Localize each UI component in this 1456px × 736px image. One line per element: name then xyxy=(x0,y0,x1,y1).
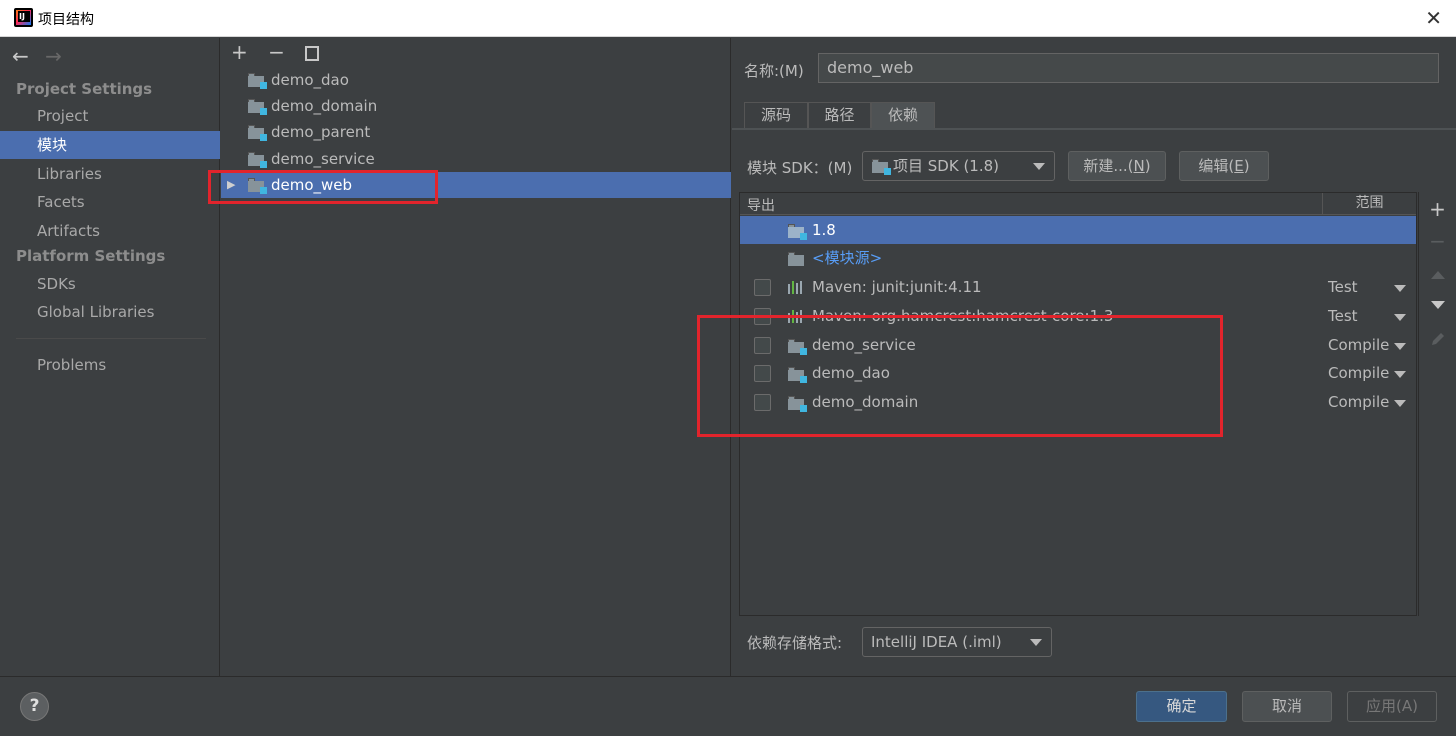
dependency-row-module-source[interactable]: <模块源> xyxy=(740,244,1416,272)
export-checkbox[interactable] xyxy=(754,279,771,296)
tree-module-demo-dao[interactable]: demo_dao xyxy=(221,67,731,93)
dependency-row-junit[interactable]: Maven: junit:junit:4.11 Test xyxy=(740,273,1416,301)
chevron-down-icon[interactable] xyxy=(1394,314,1406,321)
module-folder-icon xyxy=(248,152,267,168)
sdk-folder-icon xyxy=(872,159,891,175)
dependency-scope[interactable]: Compile xyxy=(1328,331,1389,359)
nav-history: ← → xyxy=(12,44,72,68)
ok-button[interactable]: 确定 xyxy=(1136,691,1227,722)
project-settings-heading: Project Settings xyxy=(16,80,153,98)
nav-item-global-libraries[interactable]: Global Libraries xyxy=(0,298,220,326)
module-tree-pane: + − demo_dao demo_domain demo_parent dem… xyxy=(221,38,731,676)
name-label: 名称:(M) xyxy=(744,62,804,80)
source-folder-icon xyxy=(788,252,805,266)
add-dependency-icon[interactable]: + xyxy=(1419,197,1456,221)
dependency-row-jdk[interactable]: 1.8 xyxy=(740,216,1416,244)
nav-item-sdks[interactable]: SDKs xyxy=(0,270,220,298)
tree-module-label: demo_dao xyxy=(271,71,349,89)
module-sdk-value: 项目 SDK (1.8) xyxy=(893,157,1000,175)
tree-module-label: demo_domain xyxy=(271,97,378,115)
dependency-scope[interactable]: Test xyxy=(1328,302,1358,330)
chevron-down-icon xyxy=(1033,163,1045,170)
tree-module-demo-service[interactable]: demo_service xyxy=(221,146,731,172)
intellij-app-icon xyxy=(14,8,33,27)
storage-format-label: 依赖存储格式: xyxy=(747,634,843,652)
tree-module-demo-domain[interactable]: demo_domain xyxy=(221,93,731,119)
dependency-scope[interactable]: Compile xyxy=(1328,388,1389,416)
tree-module-label: demo_service xyxy=(271,150,375,168)
chevron-down-icon xyxy=(1030,639,1042,646)
storage-format-value: IntelliJ IDEA (.iml) xyxy=(871,633,1002,651)
module-sdk-select[interactable]: 项目 SDK (1.8) xyxy=(862,151,1055,181)
move-up-icon[interactable] xyxy=(1431,271,1445,279)
module-tree-toolbar: + − xyxy=(231,40,333,64)
tab-sources[interactable]: 源码 xyxy=(744,102,808,128)
dependency-tools: + − xyxy=(1418,192,1455,616)
annotation-box-module-dependencies xyxy=(697,315,1223,437)
chevron-down-icon[interactable] xyxy=(1394,343,1406,350)
module-folder-icon xyxy=(248,99,267,115)
forward-arrow-icon[interactable]: → xyxy=(45,44,62,68)
chevron-down-icon[interactable] xyxy=(1394,285,1406,292)
nav-item-libraries[interactable]: Libraries xyxy=(0,160,220,188)
help-icon[interactable]: ? xyxy=(20,692,49,721)
window-title: 项目结构 xyxy=(38,12,94,28)
dependency-name: <模块源> xyxy=(812,249,883,267)
nav-item-artifacts[interactable]: Artifacts xyxy=(0,217,220,245)
dialog-footer: ? 确定 取消 应用(A) xyxy=(0,676,1456,736)
tabs-underline xyxy=(732,128,1456,130)
annotation-box-demo-web xyxy=(208,170,438,204)
move-down-icon[interactable] xyxy=(1431,301,1445,309)
nav-item-project[interactable]: Project xyxy=(0,102,220,130)
platform-settings-heading: Platform Settings xyxy=(16,247,166,265)
jdk-folder-icon xyxy=(788,224,807,240)
back-arrow-icon[interactable]: ← xyxy=(12,44,29,68)
chevron-down-icon[interactable] xyxy=(1394,400,1406,407)
library-icon xyxy=(788,281,805,294)
edit-pencil-icon[interactable] xyxy=(1429,330,1447,348)
dependency-name: Maven: junit:junit:4.11 xyxy=(812,278,982,296)
tree-module-label: demo_parent xyxy=(271,123,371,141)
dependency-name: 1.8 xyxy=(812,221,836,239)
module-folder-icon xyxy=(248,125,267,141)
tab-dependencies[interactable]: 依赖 xyxy=(871,102,935,128)
apply-button[interactable]: 应用(A) xyxy=(1347,691,1437,722)
close-icon[interactable]: ✕ xyxy=(1425,6,1442,30)
add-icon[interactable]: + xyxy=(231,40,248,64)
remove-dependency-icon[interactable]: − xyxy=(1419,229,1456,253)
tab-paths[interactable]: 路径 xyxy=(808,102,871,128)
new-sdk-button[interactable]: 新建...(N) xyxy=(1068,151,1166,181)
nav-item-facets[interactable]: Facets xyxy=(0,188,220,216)
module-folder-icon xyxy=(248,73,267,89)
copy-icon[interactable] xyxy=(305,46,320,61)
module-sdk-label: 模块 SDK：(M) xyxy=(747,159,853,177)
nav-item-problems[interactable]: Problems xyxy=(0,351,220,379)
tree-module-demo-parent[interactable]: demo_parent xyxy=(221,119,731,145)
remove-icon[interactable]: − xyxy=(268,40,285,64)
module-name-field[interactable]: demo_web xyxy=(818,53,1439,83)
cancel-button[interactable]: 取消 xyxy=(1242,691,1332,722)
nav-divider xyxy=(16,338,206,339)
nav-item-modules[interactable]: 模块 xyxy=(0,131,220,159)
dependency-scope[interactable]: Test xyxy=(1328,273,1358,301)
title-bar: 项目结构 ✕ xyxy=(0,0,1456,37)
column-export: 导出 xyxy=(747,198,775,214)
storage-format-select[interactable]: IntelliJ IDEA (.iml) xyxy=(862,627,1052,657)
settings-nav: ← → Project Settings Project 模块 Librarie… xyxy=(0,38,220,676)
edit-sdk-button[interactable]: 编辑(E) xyxy=(1179,151,1269,181)
dependency-scope[interactable]: Compile xyxy=(1328,359,1389,387)
column-scope[interactable]: 范围 xyxy=(1322,193,1416,215)
chevron-down-icon[interactable] xyxy=(1394,371,1406,378)
dependencies-table-header: 导出 范围 xyxy=(740,193,1416,215)
